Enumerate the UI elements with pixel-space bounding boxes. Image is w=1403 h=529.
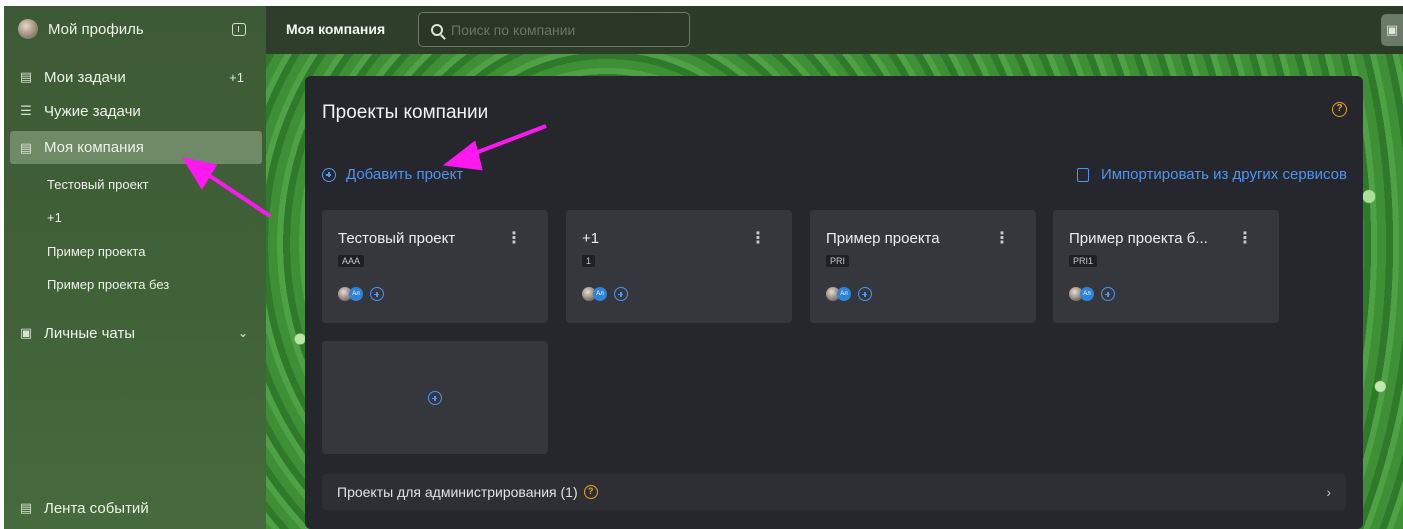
search-icon <box>431 23 443 36</box>
tasks-badge: +1 <box>229 69 244 85</box>
tasks-icon: ▤ <box>19 69 33 84</box>
project-code: PRI1 <box>1069 255 1098 267</box>
add-project-card[interactable] <box>322 341 548 454</box>
chat-icon[interactable]: ▣ <box>1381 14 1403 46</box>
import-link[interactable]: Импортировать из других сервисов <box>1076 166 1347 183</box>
project-name: Пример проекта б... <box>1069 230 1208 247</box>
import-icon <box>1076 167 1089 182</box>
help-icon[interactable]: ? <box>1332 102 1347 117</box>
project-name: Пример проекта <box>826 230 940 247</box>
app-window: Мой профиль ▤ Мои задачи +1 ☰ Чужие зада… <box>4 6 1403 529</box>
project-card[interactable]: Пример проекта ⋮ PRI Ал <box>810 210 1036 323</box>
sidebar: Мой профиль ▤ Мои задачи +1 ☰ Чужие зада… <box>4 6 266 529</box>
avatar: Ал <box>349 287 363 301</box>
top-bar: Моя компания ▣ <box>266 6 1403 54</box>
sidebar-item-label: Лента событий <box>44 499 149 517</box>
avatar <box>18 19 38 39</box>
project-members: Ал <box>1069 287 1115 301</box>
add-member-icon[interactable] <box>614 287 628 301</box>
project-code: AAA <box>338 255 365 267</box>
add-project-link[interactable]: Добавить проект <box>322 166 463 183</box>
sidebar-item-events-feed[interactable]: ▤ Лента событий <box>4 491 266 525</box>
search-input[interactable] <box>451 21 671 38</box>
sidebar-profile[interactable]: Мой профиль <box>4 11 266 47</box>
chevron-right-icon: › <box>1326 484 1331 500</box>
more-vertical-icon[interactable]: ⋮ <box>994 228 1010 248</box>
sidebar-item-label: Чужие задачи <box>44 102 141 120</box>
sidebar-item-label: Мои задачи <box>44 68 126 86</box>
sidebar-item-label: Личные чаты <box>44 324 136 342</box>
add-member-icon[interactable] <box>370 287 384 301</box>
project-name: +1 <box>582 230 600 247</box>
project-card[interactable]: Пример проекта б... ⋮ PRI1 Ал <box>1053 210 1279 323</box>
project-card[interactable]: Тестовый проект ⋮ AAA Ал <box>322 210 548 323</box>
feed-icon: ▤ <box>19 500 33 515</box>
project-code: PRI <box>826 255 850 267</box>
more-vertical-icon[interactable]: ⋮ <box>750 228 766 248</box>
more-vertical-icon[interactable]: ⋮ <box>506 228 522 248</box>
add-project-label: Добавить проект <box>346 166 464 183</box>
plus-circle-icon <box>428 391 442 405</box>
project-code: 1 <box>582 255 596 267</box>
plus-circle-icon <box>322 167 336 182</box>
chat-icon: ▣ <box>19 325 33 340</box>
sidebar-project-4[interactable]: Пример проекта без <box>47 277 169 292</box>
add-member-icon[interactable] <box>858 287 872 301</box>
list-icon: ☰ <box>20 103 32 118</box>
sidebar-item-personal-chats[interactable]: ▣ Личные чаты ⌄ <box>4 316 266 350</box>
sidebar-project-2[interactable]: +1 <box>47 210 62 225</box>
chevron-down-icon[interactable]: ⌄ <box>238 326 248 340</box>
page-title: Моя компания <box>286 21 386 37</box>
project-members: Ал <box>338 287 384 301</box>
project-card[interactable]: +1 ⋮ 1 Ал <box>566 210 792 323</box>
profile-label: Мой профиль <box>48 20 144 38</box>
sidebar-item-my-company[interactable]: ▤ Моя компания <box>10 131 262 164</box>
admin-projects-label: Проекты для администрирования (1) <box>337 484 578 500</box>
sidebar-project-3[interactable]: Пример проекта <box>47 244 145 259</box>
sidebar-item-other-tasks[interactable]: ☰ Чужие задачи <box>4 94 266 128</box>
more-vertical-icon[interactable]: ⋮ <box>1237 228 1253 248</box>
avatar: Ал <box>837 287 851 301</box>
avatar: Ал <box>1080 287 1094 301</box>
add-member-icon[interactable] <box>1101 287 1115 301</box>
panel-title: Проекты компании <box>322 102 489 123</box>
search-box[interactable] <box>418 12 690 47</box>
admin-projects-row[interactable]: Проекты для администрирования (1) ? › <box>322 474 1346 510</box>
company-projects-panel: Проекты компании ? Добавить проект Импор… <box>305 76 1363 529</box>
sidebar-item-my-tasks[interactable]: ▤ Мои задачи +1 <box>4 60 266 94</box>
collapse-sidebar-icon[interactable] <box>232 22 246 36</box>
project-name: Тестовый проект <box>338 230 456 247</box>
avatar: Ал <box>593 287 607 301</box>
briefcase-icon: ▤ <box>19 139 33 155</box>
help-icon[interactable]: ? <box>583 485 598 499</box>
import-label: Импортировать из других сервисов <box>1100 166 1347 183</box>
sidebar-item-label: Моя компания <box>44 139 144 156</box>
project-members: Ал <box>582 287 628 301</box>
sidebar-project-1[interactable]: Тестовый проект <box>47 177 149 192</box>
project-members: Ал <box>826 287 872 301</box>
